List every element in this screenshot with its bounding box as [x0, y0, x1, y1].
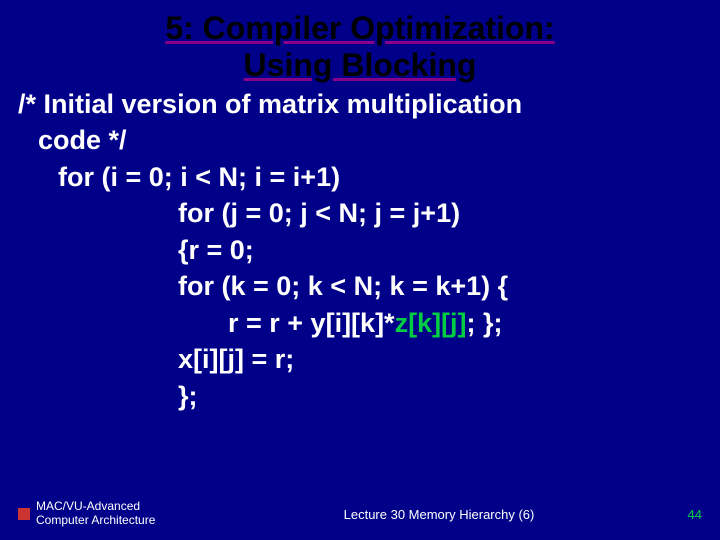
title-line-1: 5: Compiler Optimization: — [0, 10, 720, 47]
footer-center: Lecture 30 Memory Hierarchy (6) — [216, 507, 662, 522]
footer-left: MAC/VU-Advanced Computer Architecture — [36, 500, 216, 528]
footer-left-line-1: MAC/VU-Advanced — [36, 500, 216, 514]
code-zkj-highlight: z[k][j] — [395, 308, 467, 338]
page-number: 44 — [662, 507, 702, 522]
code-comment-line-1: /* Initial version of matrix multiplicat… — [18, 86, 702, 122]
code-r-init: {r = 0; — [18, 232, 702, 268]
code-r-calc: r = r + y[i][k]*z[k][j]; }; — [18, 305, 702, 341]
code-close: }; — [18, 378, 702, 414]
bullet-icon — [18, 508, 30, 520]
slide-body: /* Initial version of matrix multiplicat… — [0, 86, 720, 414]
footer-left-line-2: Computer Architecture — [36, 514, 216, 528]
slide-footer: MAC/VU-Advanced Computer Architecture Le… — [0, 500, 720, 528]
code-comment-line-2: code */ — [18, 122, 702, 158]
code-for-j: for (j = 0; j < N; j = j+1) — [18, 195, 702, 231]
code-r-calc-suffix: ; }; — [467, 308, 503, 338]
code-x-assign: x[i][j] = r; — [18, 341, 702, 377]
code-for-i: for (i = 0; i < N; i = i+1) — [18, 159, 702, 195]
slide-title: 5: Compiler Optimization: Using Blocking — [0, 0, 720, 84]
title-line-2: Using Blocking — [0, 47, 720, 84]
code-for-k: for (k = 0; k < N; k = k+1) { — [18, 268, 702, 304]
code-r-calc-prefix: r = r + y[i][k]* — [228, 308, 395, 338]
